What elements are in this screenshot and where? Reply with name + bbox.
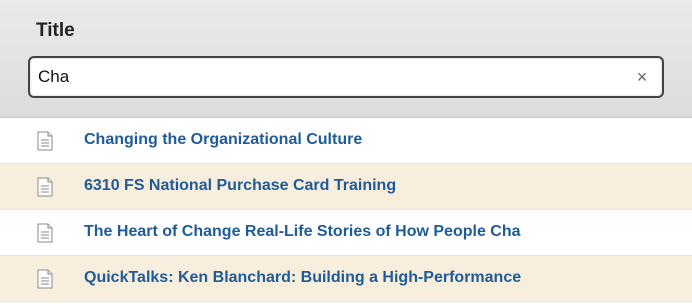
title-filter-box[interactable]: × <box>28 56 664 98</box>
column-title: Title <box>36 20 75 41</box>
list-item[interactable]: 6310 FS National Purchase Card Training <box>0 164 692 210</box>
column-header: Title × <box>0 0 692 118</box>
document-icon <box>37 269 53 289</box>
results-list: Changing the Organizational Culture 6310… <box>0 118 692 302</box>
list-item[interactable]: QuickTalks: Ken Blanchard: Building a Hi… <box>0 256 692 302</box>
document-icon <box>37 177 53 197</box>
clear-filter-button[interactable]: × <box>632 67 652 87</box>
title-column-panel: Title × Changing the Organizational Cult… <box>0 0 692 304</box>
list-item-title[interactable]: Changing the Organizational Culture <box>84 131 362 149</box>
list-item[interactable]: The Heart of Change Real-Life Stories of… <box>0 210 692 256</box>
list-item-title[interactable]: The Heart of Change Real-Life Stories of… <box>84 223 521 241</box>
title-filter-input[interactable] <box>38 62 598 92</box>
list-item-title[interactable]: 6310 FS National Purchase Card Training <box>84 177 396 195</box>
document-icon <box>37 131 53 151</box>
document-icon <box>37 223 53 243</box>
list-item[interactable]: Changing the Organizational Culture <box>0 118 692 164</box>
list-item-title[interactable]: QuickTalks: Ken Blanchard: Building a Hi… <box>84 269 521 287</box>
